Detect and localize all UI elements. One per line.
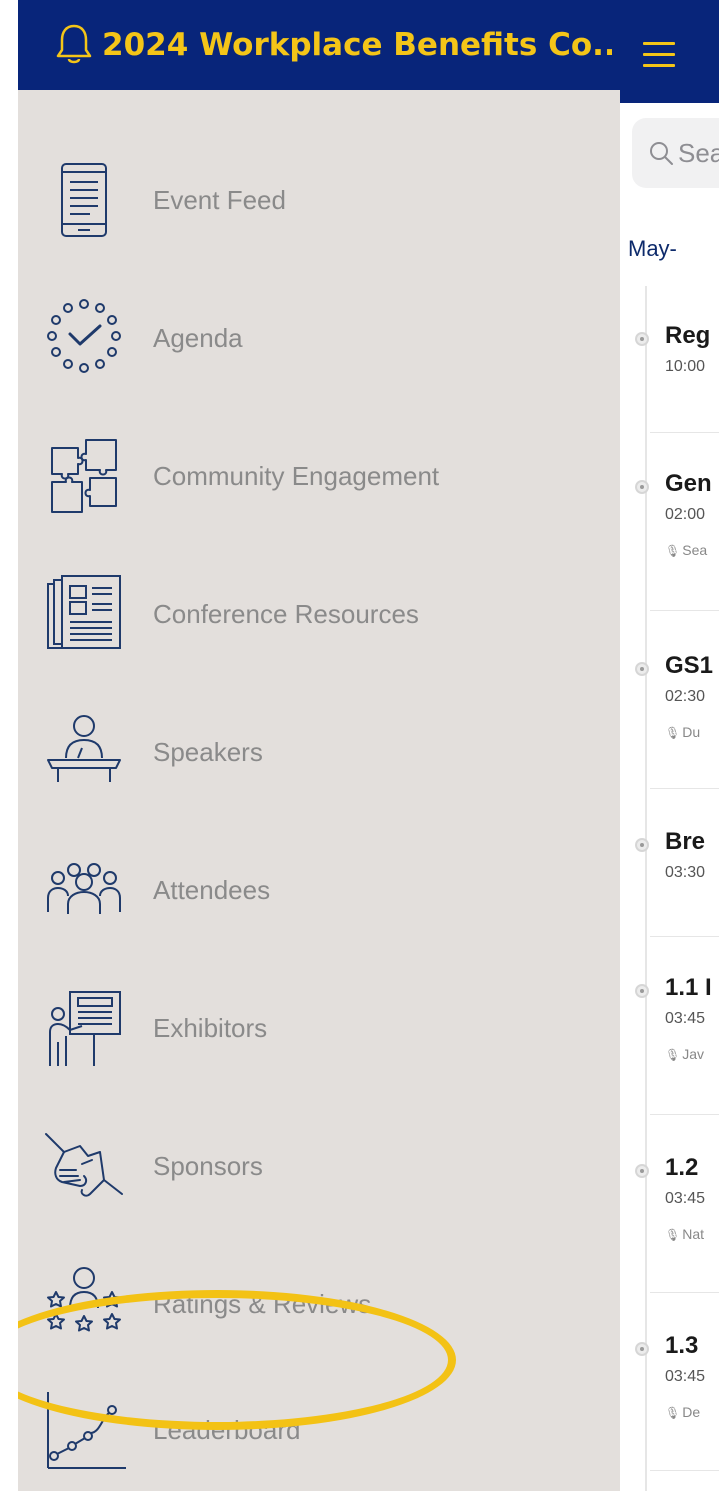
session-time: 03:45: [665, 1010, 706, 1027]
drawer-item-label: Leaderboard: [153, 1415, 301, 1445]
hamburger-menu-icon[interactable]: [643, 42, 675, 67]
divider: [650, 1470, 719, 1471]
agenda-main-panel: Sea May- Reg 10:00 Gen 02:00 🎙 Sea GS1 02…: [620, 0, 719, 1491]
event-title: 2024 Workplace Benefits Co...: [102, 27, 612, 63]
person-stars-icon: [47, 1267, 121, 1332]
timeline-line: [645, 286, 647, 1491]
drawer-header: 2024 Workplace Benefits Co...: [18, 0, 620, 90]
session-time: 03:30: [665, 864, 706, 881]
session-speaker: 🎙 Sea: [665, 542, 708, 558]
session-time: 02:00: [665, 506, 706, 523]
drawer-item-label: Exhibitors: [153, 1013, 268, 1043]
microphone-icon: 🎙: [665, 1228, 681, 1242]
drawer-item-attendees[interactable]: Attendees: [18, 830, 620, 950]
drawer-item-speakers[interactable]: Speakers: [18, 692, 620, 812]
microphone-icon: 🎙: [665, 1406, 681, 1420]
microphone-icon: 🎙: [665, 544, 681, 558]
puzzle-icon: [51, 439, 117, 513]
divider: [650, 936, 719, 937]
session-title: 1.2: [665, 1154, 699, 1181]
drawer-item-label: Ratings & Reviews: [153, 1289, 372, 1319]
session-speaker: 🎙 Du: [665, 724, 701, 740]
drawer-item-conference-resources[interactable]: Conference Resources: [18, 554, 620, 674]
documents-icon: [47, 575, 121, 649]
people-group-icon: [47, 863, 121, 914]
session-speaker: 🎙 Nat: [665, 1226, 705, 1242]
divider: [650, 432, 719, 433]
drawer-item-community-engagement[interactable]: Community Engagement: [18, 416, 620, 536]
drawer-item-ratings-reviews[interactable]: Ratings & Reviews: [18, 1244, 620, 1364]
session-speaker: 🎙 De: [665, 1404, 701, 1420]
microphone-icon: 🎙: [665, 1048, 681, 1062]
drawer-item-label: Attendees: [153, 875, 271, 905]
bell-icon[interactable]: [54, 22, 94, 66]
drawer-item-label: Agenda: [153, 323, 243, 353]
drawer-item-agenda[interactable]: Agenda: [18, 278, 620, 398]
drawer-item-label: Event Feed: [153, 185, 286, 215]
date-header: May-: [628, 236, 677, 261]
session-title: Gen: [665, 470, 712, 497]
session-time: 03:45: [665, 1190, 706, 1207]
session-speaker: 🎙 Jav: [665, 1046, 705, 1062]
timeline-dot-icon: [635, 332, 649, 346]
drawer-item-label: Sponsors: [153, 1151, 263, 1181]
divider: [650, 788, 719, 789]
timeline-dot-icon: [635, 480, 649, 494]
screen-edge: [0, 0, 18, 1491]
clock-check-icon: [47, 299, 121, 373]
drawer-item-label: Speakers: [153, 737, 263, 767]
presenter-board-icon: [49, 991, 121, 1066]
tablet-icon: [61, 163, 107, 237]
divider: [650, 610, 719, 611]
session-title: GS1: [665, 652, 714, 679]
timeline-dot-icon: [635, 1164, 649, 1178]
line-chart-icon: [47, 1392, 126, 1469]
timeline-dot-icon: [635, 1342, 649, 1356]
search-icon: [650, 142, 673, 165]
navigation-drawer: 2024 Workplace Benefits Co... Event Feed: [18, 0, 620, 1491]
drawer-item-sponsors[interactable]: Sponsors: [18, 1106, 620, 1226]
session-title: Reg: [665, 322, 711, 349]
timeline-dot-icon: [635, 662, 649, 676]
session-time: 02:30: [665, 688, 706, 705]
drawer-item-label: Conference Resources: [153, 599, 419, 629]
timeline-dot-icon: [635, 984, 649, 998]
main-header: [620, 0, 719, 103]
drawer-item-leaderboard[interactable]: Leaderboard: [18, 1370, 620, 1490]
session-title: 1.1 I: [665, 974, 712, 1001]
drawer-item-label: Community Engagement: [153, 461, 440, 491]
divider: [650, 1114, 719, 1115]
drawer-item-event-feed[interactable]: Event Feed: [18, 140, 620, 260]
session-title: 1.3: [665, 1332, 699, 1359]
timeline-dot-icon: [635, 838, 649, 852]
search-input[interactable]: Sea: [632, 118, 719, 188]
podium-speaker-icon: [47, 715, 121, 782]
microphone-icon: 🎙: [665, 726, 681, 740]
handshake-icon: [45, 1133, 123, 1197]
drawer-item-exhibitors[interactable]: Exhibitors: [18, 968, 620, 1088]
session-time: 03:45: [665, 1368, 706, 1385]
search-placeholder: Sea: [678, 138, 719, 168]
divider: [650, 1292, 719, 1293]
session-title: Bre: [665, 828, 706, 855]
session-time: 10:00: [665, 358, 706, 375]
